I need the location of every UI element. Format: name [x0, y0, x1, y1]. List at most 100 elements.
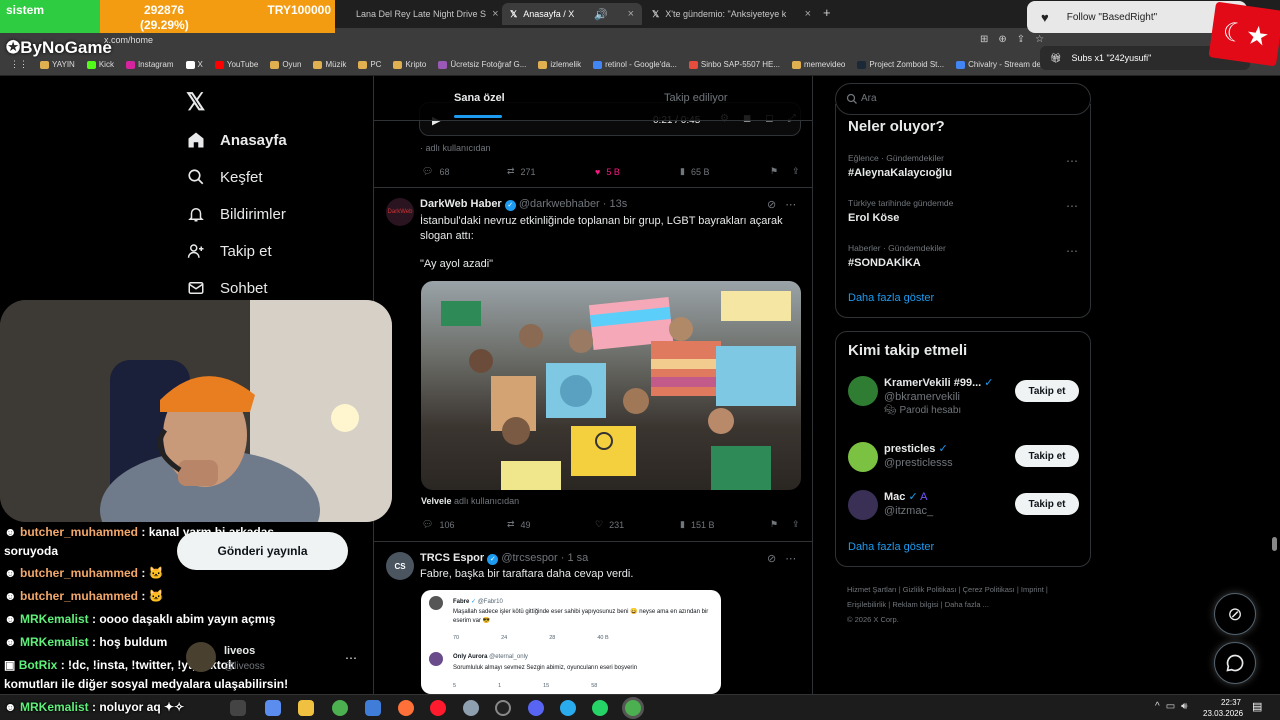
bookmark-item[interactable]: YouTube [214, 60, 258, 69]
like-button[interactable]: ♡ 231 [595, 519, 680, 530]
author-name[interactable]: DarkWeb Haber [420, 198, 502, 210]
avatar[interactable]: CS [386, 552, 414, 580]
like-button[interactable]: ♥ 5 B [595, 166, 680, 177]
grok-icon[interactable]: ⊘ [1214, 593, 1256, 635]
bookmark-item[interactable]: izlemelik [538, 60, 581, 69]
close-icon[interactable]: × [628, 8, 634, 20]
share-icon[interactable]: ⇪ [792, 166, 800, 177]
grok-icon[interactable]: ⊘ [767, 552, 776, 565]
telegram-icon[interactable] [560, 700, 576, 716]
follow-button[interactable]: Takip et [1015, 445, 1079, 467]
apps-grid-icon[interactable]: ⋮⋮ [10, 59, 28, 70]
tweet-screenshot-image[interactable]: Fabre ✓ @Fabr10 Maşallah sadece işler kö… [421, 590, 721, 694]
more-options-icon[interactable]: ⋯ [785, 198, 796, 211]
trend-item[interactable]: Haberler · Gündemdekiler #SONDAKİKA [848, 243, 946, 269]
reply-button[interactable]: 💬︎ 106 [422, 519, 507, 530]
tweet-darkweb[interactable]: DarkWeb DarkWeb Haber ✓ @darkwebhaber · … [374, 188, 812, 542]
account-name[interactable]: liveos [224, 645, 255, 657]
bookmark-item[interactable]: Project Zomboid St... [857, 60, 944, 69]
footer-link[interactable]: Erişilebilirlik [847, 600, 886, 609]
bookmark-item[interactable]: Oyun [270, 60, 301, 69]
notifications-icon[interactable]: ▤ [1252, 700, 1262, 713]
network-icon[interactable]: ▭ [1166, 701, 1175, 712]
search-input[interactable]: Ara [861, 93, 877, 104]
tweet-time[interactable]: · 13s [603, 198, 627, 210]
more-options-icon[interactable]: ⋯ [1066, 154, 1078, 168]
tab-x-home[interactable]: 𝕏 Anasayfa / X 🔊 × [502, 3, 642, 25]
volume-icon[interactable]: 🔊︎ [1181, 701, 1187, 712]
mail-app-icon[interactable] [365, 700, 381, 716]
footer-link[interactable]: Hizmet Şartları [847, 585, 897, 594]
bookmark-icon[interactable]: ⚑ [770, 166, 792, 177]
bookmark-item[interactable]: Instagram [125, 60, 174, 69]
views-button[interactable]: ▮ 151 B [680, 519, 770, 530]
suggested-user[interactable]: KramerVekili #99... ✓ @bkramervekili 🎭︎ … [848, 376, 994, 416]
footer-link[interactable]: Imprint [1021, 585, 1044, 594]
discord-icon[interactable] [528, 700, 544, 716]
author-handle[interactable]: @trcsespor [501, 552, 557, 564]
bookmark-item[interactable]: Sinbo SAP-5507 HE... [688, 60, 780, 69]
footer-link[interactable]: Daha fazla ... [945, 600, 989, 609]
close-icon[interactable]: × [805, 8, 811, 20]
more-options-icon[interactable]: ⋯ [1066, 199, 1078, 213]
scrollbar-thumb[interactable] [1272, 537, 1277, 551]
more-options-icon[interactable]: ⋯ [345, 651, 357, 665]
speaker-icon[interactable]: 🔊 [594, 8, 608, 21]
bookmark-item[interactable]: Kick [86, 60, 114, 69]
views-button[interactable]: ▮ 65 B [680, 166, 770, 177]
credit-user[interactable]: Velvele [421, 496, 452, 506]
follow-button[interactable]: Takip et [1015, 380, 1079, 402]
bookmark-item[interactable]: PC [358, 60, 381, 69]
tab-following[interactable]: Takip ediliyor [664, 92, 728, 104]
bookmark-item[interactable]: Ücretsiz Fotoğraf G... [438, 60, 526, 69]
more-options-icon[interactable]: ⋯ [1066, 244, 1078, 258]
nav-explore[interactable]: Keşfet [186, 167, 263, 187]
tab-for-you[interactable]: Sana özel [454, 92, 505, 104]
task-view-icon[interactable] [230, 700, 246, 716]
footer-link[interactable]: Çerez Politikası [963, 585, 1015, 594]
repost-button[interactable]: ⇄ 271 [507, 166, 595, 177]
bookmark-item[interactable]: retinol - Google'da... [593, 60, 677, 69]
zoom-icon[interactable]: ⊕ [998, 34, 1006, 45]
suggested-user[interactable]: presticles ✓ @presticlesss [848, 442, 953, 472]
repost-button[interactable]: ⇄ 49 [507, 519, 595, 530]
bookmark-item[interactable]: Kripto [393, 60, 426, 69]
more-options-icon[interactable]: ⋯ [785, 552, 796, 565]
bookmark-item[interactable]: YAYIN [40, 60, 75, 69]
firefox-icon[interactable] [398, 700, 414, 716]
trend-item[interactable]: Türkiye tarihinde gündemde Erol Köse [848, 198, 953, 224]
chrome-icon[interactable] [332, 700, 348, 716]
bookmark-item[interactable]: memevideo [792, 60, 845, 69]
nav-chat[interactable]: Sohbet [186, 278, 268, 298]
clock[interactable]: 22:37 23.03.2026 [1203, 697, 1243, 719]
nav-notifications[interactable]: Bildirimler [186, 204, 286, 224]
chrome-active-icon[interactable] [625, 700, 641, 716]
footer-link[interactable]: Reklam bilgisi [892, 600, 938, 609]
new-tab-button[interactable]: + [823, 5, 831, 20]
follow-button[interactable]: Takip et [1015, 493, 1079, 515]
tweet-image[interactable] [421, 281, 801, 490]
footer-link[interactable]: Gizlilik Politikası [903, 585, 957, 594]
bookmark-item[interactable]: Müzik [313, 60, 346, 69]
bookmark-star-icon[interactable]: ☆ [1035, 34, 1044, 45]
avatar[interactable] [848, 490, 878, 520]
avatar[interactable]: DarkWeb [386, 198, 414, 226]
tweet-trcs[interactable]: CS TRCS Espor ✓ @trcsespor · 1 sa ⊘ ⋯ Fa… [374, 542, 812, 694]
messages-icon[interactable] [1214, 642, 1256, 684]
bookmark-item[interactable]: Chivalry - Stream de [956, 60, 1041, 69]
copilot-icon[interactable] [265, 700, 281, 716]
opera-icon[interactable] [430, 700, 446, 716]
suggested-user[interactable]: Mac ✓ A @itzmac_ [848, 490, 933, 520]
author-handle[interactable]: @darkwebhaber [519, 198, 600, 210]
author-name[interactable]: TRCS Espor [420, 552, 484, 564]
file-explorer-icon[interactable] [298, 700, 314, 716]
tab-lana-del-rey[interactable]: Lana Del Rey Late Night Drive S × [342, 3, 500, 25]
avatar[interactable] [848, 376, 878, 406]
trend-item[interactable]: Eğlence · Gündemdekiler #AleynaKalaycıoğl… [848, 153, 952, 179]
bookmark-item[interactable]: X [185, 60, 203, 69]
post-button[interactable]: Gönderi yayınla [177, 532, 348, 570]
show-more-trends-link[interactable]: Daha fazla göster [848, 292, 934, 304]
tab-x-gundem[interactable]: 𝕏 X'te gündemio: "Anksiyeteye k × [644, 3, 819, 25]
close-icon[interactable]: × [492, 8, 498, 20]
grok-icon[interactable]: ⊘ [767, 198, 776, 211]
